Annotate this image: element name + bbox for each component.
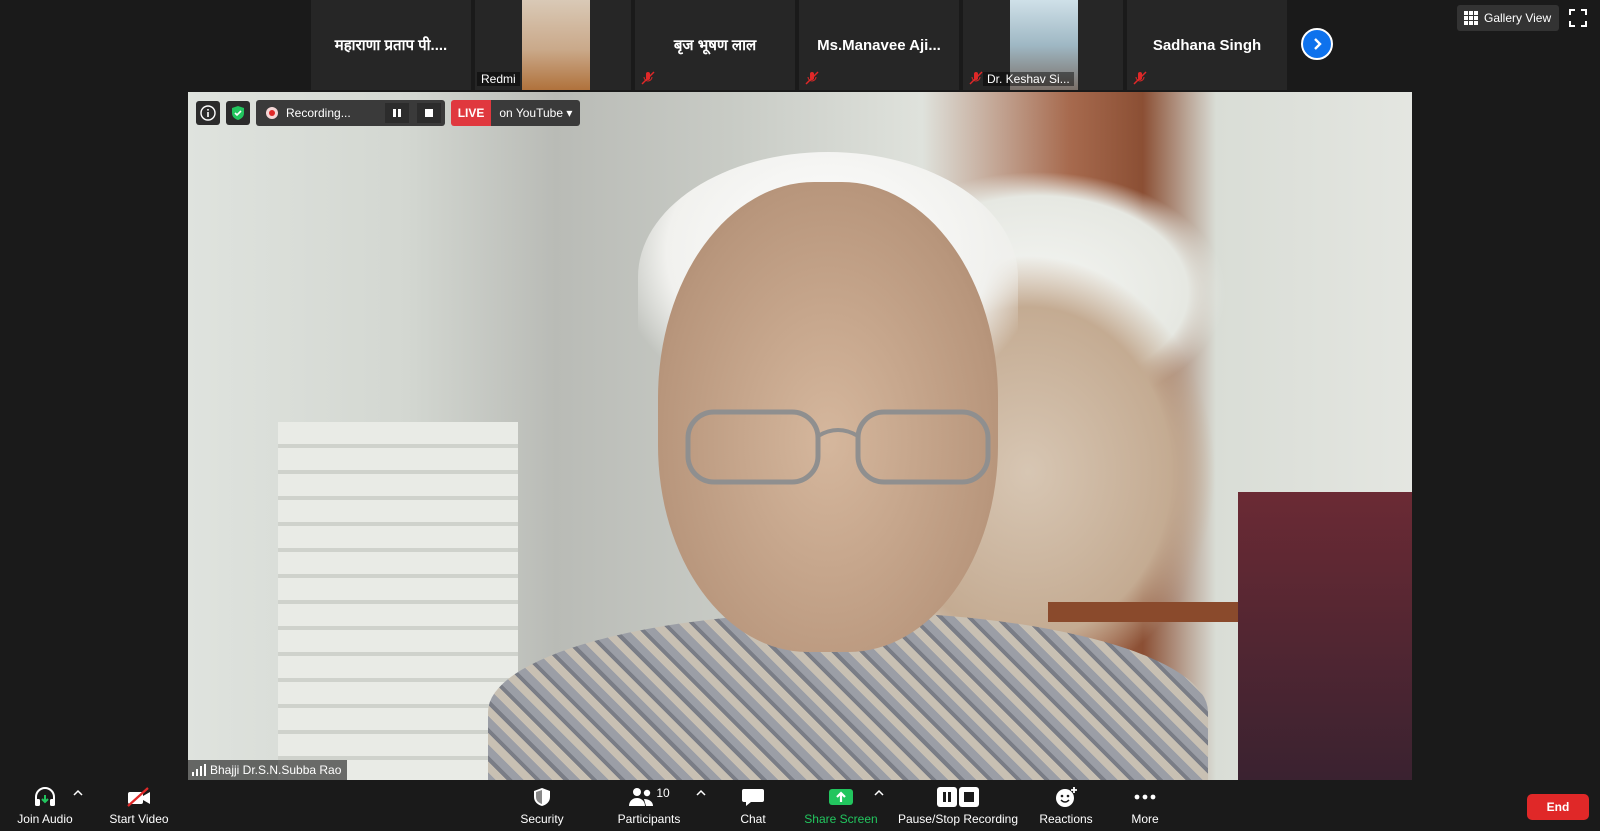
security-button[interactable]: Security [513, 780, 571, 831]
smiley-plus-icon [1056, 786, 1077, 807]
share-screen-icon [829, 788, 853, 805]
pause-recording-button[interactable] [384, 103, 409, 123]
live-stream-indicator[interactable]: LIVE on YouTube ▾ [450, 100, 581, 126]
meeting-info-button[interactable] [196, 101, 220, 125]
participants-options-chevron-up-icon[interactable] [696, 788, 706, 798]
participant-name: Ms.Manavee Aji... [817, 36, 941, 54]
next-page-button[interactable] [1301, 28, 1333, 60]
participant-tile[interactable]: Ms.Manavee Aji... [799, 0, 959, 90]
stop-icon [424, 109, 433, 117]
grid-icon [1464, 11, 1478, 25]
chat-bubble-icon [742, 788, 764, 806]
more-label: More [1131, 811, 1159, 826]
shield-icon [534, 787, 550, 806]
participant-tile[interactable]: Sadhana Singh [1127, 0, 1287, 90]
video-background-stairs [278, 422, 518, 780]
start-video-button[interactable]: Start Video [106, 780, 172, 831]
shield-check-icon [232, 106, 244, 120]
video-background-sofa [1238, 492, 1412, 780]
meeting-status-bar: Recording... LIVE on YouTube ▾ [196, 100, 581, 126]
chat-label: Chat [740, 811, 766, 826]
chat-button[interactable]: Chat [734, 780, 772, 831]
share-screen-label: Share Screen [804, 811, 878, 826]
participant-video-thumbnail [522, 0, 590, 90]
speaker-name-tag: Bhajji Dr.S.N.Subba Rao [188, 760, 348, 780]
participant-tile[interactable]: बृज भूषण लाल [635, 0, 795, 90]
participant-tile[interactable]: Dr. Keshav Si... [963, 0, 1123, 90]
gallery-view-button[interactable]: Gallery View [1457, 5, 1559, 31]
speaker-glasses [685, 409, 991, 485]
speaker-name: Bhajji Dr.S.N.Subba Rao [210, 763, 342, 777]
live-target-label: on YouTube ▾ [491, 100, 581, 126]
muted-mic-icon [969, 71, 983, 85]
chevron-right-icon [1314, 38, 1322, 50]
muted-mic-icon [1133, 71, 1147, 85]
participants-count: 10 [656, 785, 670, 800]
pause-stop-recording-icon [937, 786, 979, 807]
recording-indicator: Recording... [256, 100, 445, 126]
stop-recording-button[interactable] [416, 103, 441, 123]
pause-icon [392, 109, 401, 117]
share-screen-button[interactable]: Share Screen [803, 780, 879, 831]
participants-label: Participants [617, 811, 681, 826]
join-audio-button[interactable]: Join Audio [14, 780, 76, 831]
participant-caption: Dr. Keshav Si... [983, 72, 1074, 86]
pause-stop-recording-label: Pause/Stop Recording [897, 811, 1019, 826]
participant-name: महाराणा प्रताप पी.... [334, 37, 448, 54]
reactions-button[interactable]: Reactions [1036, 780, 1096, 831]
info-icon [200, 105, 216, 121]
active-speaker-video: Recording... LIVE on YouTube ▾ Bhajji Dr… [188, 92, 1412, 780]
start-video-label: Start Video [109, 811, 169, 826]
gallery-view-label: Gallery View [1484, 11, 1552, 25]
participants-button[interactable]: 10 Participants [614, 780, 684, 831]
participants-icon [629, 787, 654, 806]
participant-strip: महाराणा प्रताप पी.... Redmi बृज भूषण लाल… [311, 0, 1287, 90]
meeting-toolbar: Join Audio Start Video Security 10 Parti… [0, 780, 1600, 831]
participant-caption: Redmi [477, 72, 520, 86]
join-audio-label: Join Audio [17, 811, 73, 826]
end-meeting-button[interactable]: End [1527, 794, 1589, 820]
participant-tile[interactable]: महाराणा प्रताप पी.... [311, 0, 471, 90]
encryption-button[interactable] [226, 101, 250, 125]
fullscreen-icon[interactable] [1568, 8, 1588, 28]
pause-stop-recording-button[interactable]: Pause/Stop Recording [897, 780, 1019, 831]
participant-name: Sadhana Singh [1152, 36, 1262, 54]
live-badge: LIVE [450, 100, 492, 126]
audio-options-chevron-up-icon[interactable] [73, 788, 83, 798]
headphones-icon [35, 786, 55, 806]
signal-strength-icon [192, 764, 206, 776]
security-label: Security [520, 811, 564, 826]
more-button[interactable]: More [1126, 780, 1164, 831]
end-label: End [1546, 800, 1570, 814]
muted-mic-icon [641, 71, 655, 85]
recording-label: Recording... [286, 106, 351, 120]
video-off-icon [127, 786, 150, 807]
reactions-label: Reactions [1039, 811, 1093, 826]
participant-name: बृज भूषण लाल [673, 37, 757, 54]
participant-tile[interactable]: Redmi [475, 0, 631, 90]
recording-dot-icon [266, 107, 278, 119]
muted-mic-icon [805, 71, 819, 85]
share-options-chevron-up-icon[interactable] [874, 788, 884, 798]
more-dots-icon [1134, 794, 1156, 799]
